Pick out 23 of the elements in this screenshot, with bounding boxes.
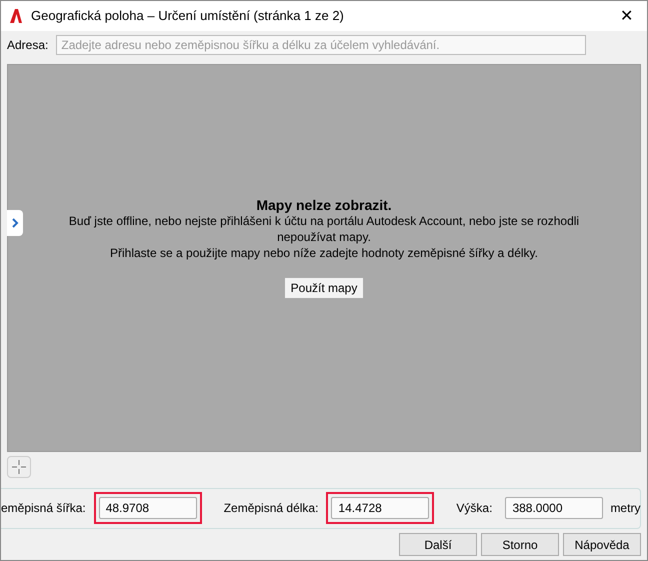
coordinate-label: Zeměpisná délka: [224,501,318,516]
dialog-button[interactable]: Storno [481,533,559,556]
chevron-right-icon [11,218,19,228]
use-maps-button[interactable]: Použít mapy [284,277,364,300]
crosshair-icon [12,460,26,474]
coordinate-field[interactable]: 14.4728 [331,497,430,520]
unit-label: metry [610,501,640,516]
map-hint: Přihlaste se a použijte mapy nebo níže zadejte hodnoty zeměpisné šířky a délky. [108,245,539,262]
address-field[interactable]: Zadejte adresu nebo zeměpisnou šířku a délku za účelem vyhledávání. [56,35,586,56]
app-logo-icon [9,8,23,24]
coordinate-label: eměpisná šířka: [1,501,86,516]
locate-button[interactable] [7,456,31,478]
map-message: Buď jste offline, nebo nejste přihlášeni k účtu na portálu Autodesk Account, nebo jste se rozhodli nepoužívat mapy. [68,213,580,246]
map-heading: Mapy nelze zobrazit. [256,197,392,214]
coordinate-field[interactable]: 388.0000 [505,497,604,520]
coordinate-label: Výška: [456,501,492,516]
address-label: Adresa: [7,38,48,52]
close-button[interactable]: ✕ [614,6,639,26]
dialog-button[interactable]: Další [399,533,477,556]
dialog-button[interactable]: Nápověda [563,533,641,556]
window-title: Geografická poloha – Určení umístění (stránka 1 ze 2) [31,8,345,24]
coordinate-field[interactable]: 48.9708 [98,497,197,520]
expand-tab[interactable] [7,210,23,236]
